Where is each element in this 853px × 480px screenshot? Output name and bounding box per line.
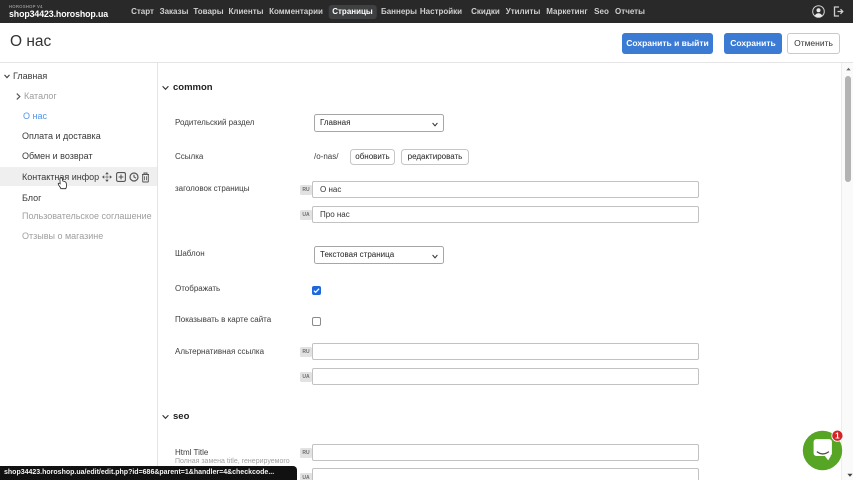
svg-text:1: 1 [835, 432, 840, 441]
